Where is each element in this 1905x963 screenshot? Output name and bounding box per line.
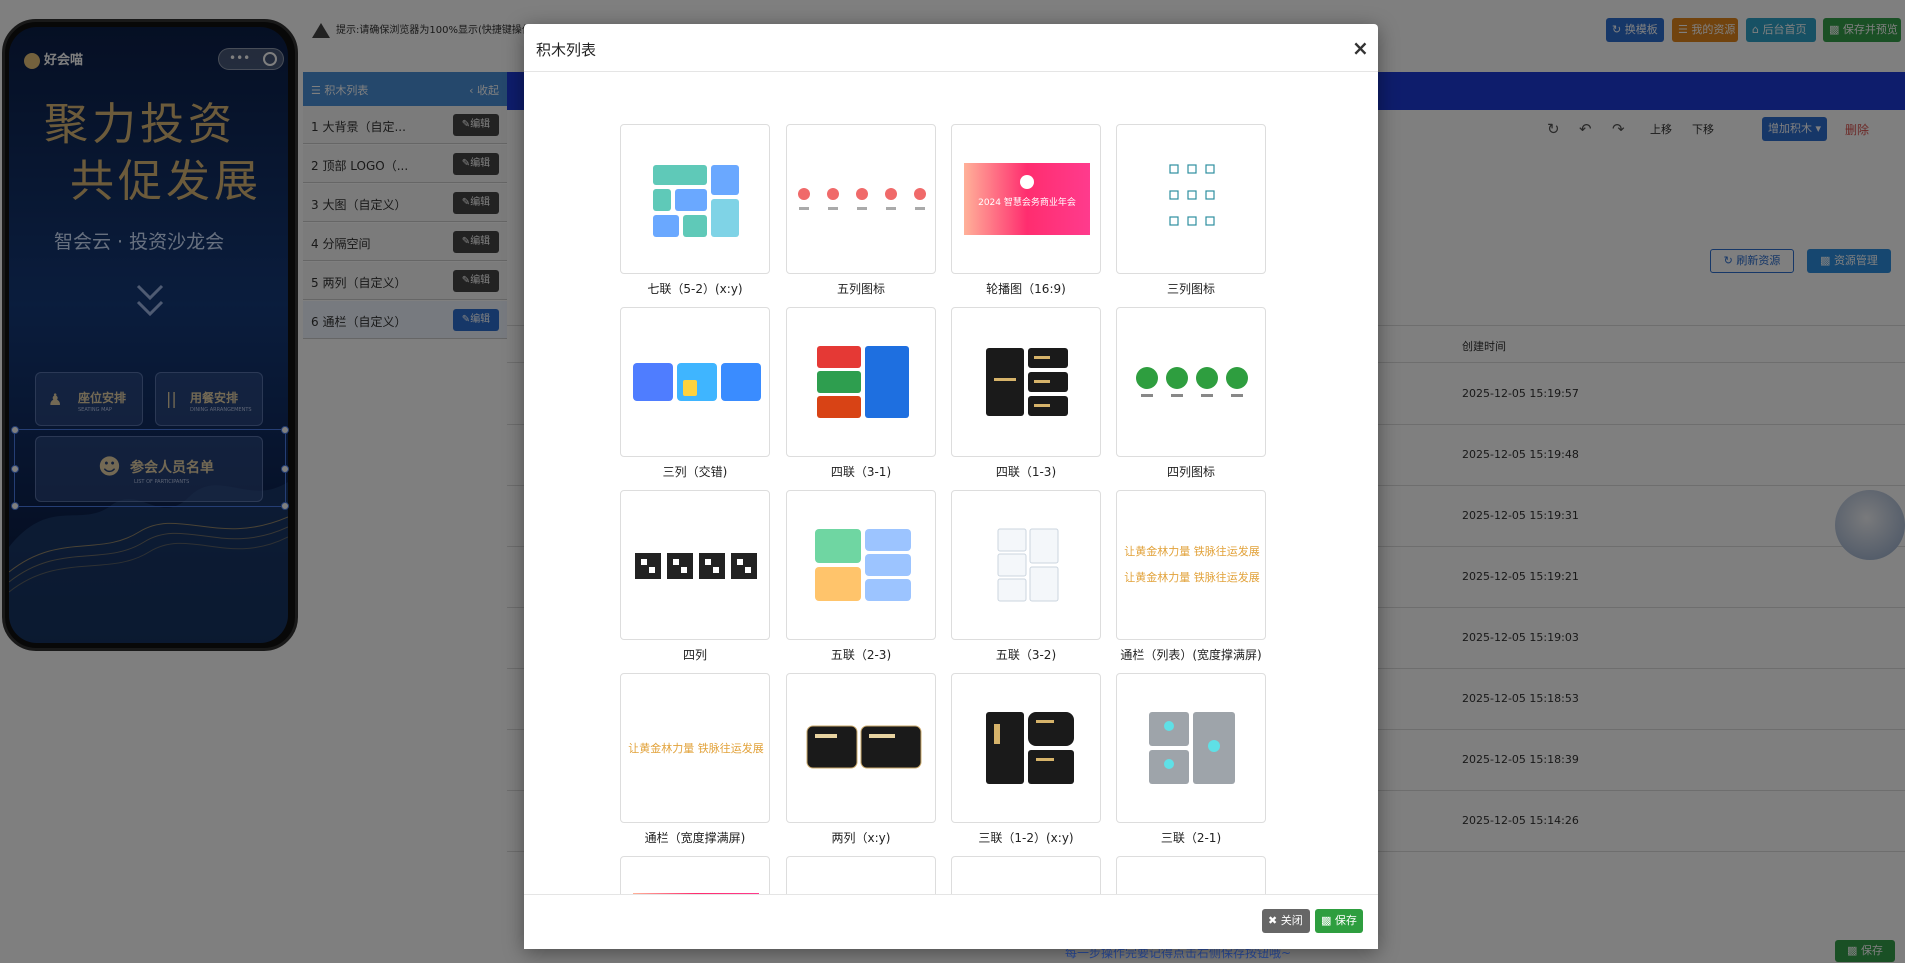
four-panel-1-3-thumbnail: [986, 348, 1068, 416]
block-card-three-icons[interactable]: [1116, 124, 1266, 274]
block-card-label: 四联（1-3): [995, 465, 1057, 479]
block-card-four-columns[interactable]: [620, 490, 770, 640]
block-card-three-panel-2-1[interactable]: [1116, 673, 1266, 823]
close-icon[interactable]: ×: [1352, 36, 1369, 60]
block-card-seven-panel[interactable]: [620, 124, 770, 274]
block-card-label: 三联（1-2）(x:y): [978, 831, 1074, 845]
block-card-label: 三列图标: [1166, 282, 1215, 296]
five-panel-2-3-thumbnail: [815, 529, 911, 601]
save-icon: ▩: [1321, 914, 1332, 927]
block-card-label: 四联（3-1): [830, 465, 892, 479]
block-card-five-icons[interactable]: [786, 124, 936, 274]
block-card-label: 三列（交错): [662, 465, 728, 479]
banner-full-thumbnail: 让黄金林力量 铁脉往运发展: [628, 741, 764, 755]
block-card-label: 通栏（列表）(宽度撑满屏): [1120, 648, 1262, 662]
svg-text:让黄金林力量 铁脉往运发展: 让黄金林力量 铁脉往运发展: [1124, 544, 1260, 558]
block-card-carousel[interactable]: 2024 智慧会务商业年会: [951, 124, 1101, 274]
block-card-label: 七联（5-2）(x:y): [647, 282, 743, 296]
block-card-three-staggered[interactable]: [620, 307, 770, 457]
four-panel-3-1-thumbnail: [817, 346, 909, 418]
block-card-three-panel-1-2[interactable]: [951, 673, 1101, 823]
svg-text:让黄金林力量 铁脉往运发展: 让黄金林力量 铁脉往运发展: [628, 741, 764, 755]
block-card-label: 通栏（宽度撑满屏): [644, 831, 746, 845]
block-card-label: 五列图标: [836, 282, 885, 296]
svg-text:2024 智慧会务商业年会: 2024 智慧会务商业年会: [978, 196, 1076, 208]
modal-footer: ✖ 关闭 ▩ 保存: [524, 894, 1378, 949]
block-card-five-panel-3-2[interactable]: [951, 490, 1101, 640]
block-card-label: 五联（2-3): [830, 648, 892, 662]
block-list-modal: 积木列表 × 2024 智慧会务商业年会 七联（5-2）(x:y) 五列图标 轮…: [524, 24, 1378, 949]
modal-header: 积木列表 ×: [524, 24, 1378, 72]
block-card-four-icons[interactable]: [1116, 307, 1266, 457]
three-panel-2-1-thumbnail: [1149, 712, 1235, 784]
block-card-four-panel-1-3[interactable]: [951, 307, 1101, 457]
block-card-label: 两列（x:y): [831, 831, 891, 845]
three-icons-thumbnail: [1169, 164, 1215, 226]
block-card-label: 四列: [682, 648, 707, 662]
two-columns-thumbnail: [806, 725, 922, 769]
close-icon: ✖: [1268, 914, 1278, 927]
five-icons-thumbnail: [798, 188, 926, 210]
banner-list-thumbnail: 让黄金林力量 铁脉往运发展 让黄金林力量 铁脉往运发展: [1124, 544, 1260, 584]
four-icons-thumbnail: [1136, 367, 1248, 397]
block-card-banner-full[interactable]: 让黄金林力量 铁脉往运发展: [620, 673, 770, 823]
svg-text:让黄金林力量 铁脉往运发展: 让黄金林力量 铁脉往运发展: [1124, 570, 1260, 584]
modal-body: 2024 智慧会务商业年会 七联（5-2）(x:y) 五列图标 轮播图（16:9…: [524, 72, 1378, 918]
block-card-label: 三联（2-1): [1160, 831, 1222, 845]
block-card-banner-list[interactable]: 让黄金林力量 铁脉往运发展 让黄金林力量 铁脉往运发展: [1116, 490, 1266, 640]
block-card-two-columns[interactable]: [786, 673, 936, 823]
block-card-five-panel-2-3[interactable]: [786, 490, 936, 640]
four-columns-thumbnail: [635, 553, 757, 579]
modal-save-button[interactable]: ▩ 保存: [1315, 909, 1363, 933]
modal-title: 积木列表: [536, 41, 597, 59]
block-card-label: 五联（3-2): [995, 648, 1057, 662]
modal-close-button[interactable]: ✖ 关闭: [1262, 909, 1310, 933]
carousel-thumbnail: 2024 智慧会务商业年会: [964, 163, 1090, 235]
five-panel-3-2-thumbnail: [997, 528, 1059, 602]
seven-panel-thumbnail: [653, 165, 739, 237]
three-panel-1-2-thumbnail: [986, 712, 1074, 784]
block-card-label: 轮播图（16:9): [986, 282, 1066, 296]
block-card-four-panel-3-1[interactable]: [786, 307, 936, 457]
three-staggered-thumbnail: [633, 363, 761, 401]
block-card-label: 四列图标: [1166, 465, 1215, 479]
